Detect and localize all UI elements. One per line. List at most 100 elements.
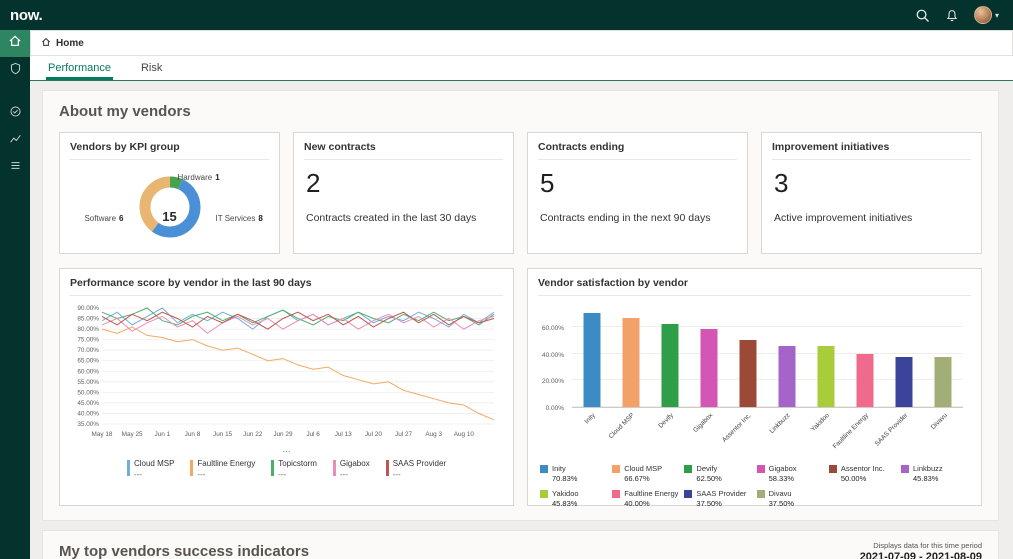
legend-series-name: Faultline Energy bbox=[197, 459, 256, 468]
tab-risk[interactable]: Risk bbox=[139, 62, 164, 80]
legend-item-cloud-msp[interactable]: Cloud MSP --- bbox=[126, 459, 174, 479]
legend-vendor-name: Divavu bbox=[768, 489, 792, 498]
section-title-about: About my vendors bbox=[59, 103, 191, 120]
breadcrumb-label[interactable]: Home bbox=[56, 38, 84, 49]
svg-text:Jul 13: Jul 13 bbox=[335, 431, 352, 438]
bar-yakidoo[interactable] bbox=[817, 345, 835, 407]
legend-vendor-name: Assentor Inc. bbox=[840, 464, 885, 473]
sidebar-item-home[interactable] bbox=[0, 30, 30, 57]
legend-label: SAAS Provider --- bbox=[393, 459, 446, 479]
legend-color-swatch bbox=[684, 490, 693, 498]
contracts-ending-count: 5 bbox=[540, 168, 555, 198]
svg-text:Jun 8: Jun 8 bbox=[185, 431, 201, 438]
tab-bar: Performance Risk bbox=[30, 56, 1013, 81]
bar-saas-provider[interactable] bbox=[895, 357, 913, 407]
main-area: Home Performance Risk About my vendors V… bbox=[30, 30, 1013, 559]
legend-item-cloud-msp[interactable]: Cloud MSP 66.67% bbox=[612, 464, 684, 483]
bar-chart-plot: Inity Cloud MSP Devify Gigabox Assentor Inc.… bbox=[572, 308, 963, 450]
check-circle-icon bbox=[9, 105, 22, 123]
svg-text:Jul 20: Jul 20 bbox=[365, 431, 382, 438]
legend-item-faultline-energy[interactable]: Faultline Energy --- bbox=[190, 459, 255, 479]
bar-slot-cloud-msp: Cloud MSP bbox=[607, 308, 650, 440]
bar-linkbuzz[interactable] bbox=[778, 345, 796, 407]
legend-color-swatch bbox=[612, 465, 621, 473]
legend-item-gigabox[interactable]: Gigabox --- bbox=[332, 459, 370, 479]
legend-item-gigabox[interactable]: Gigabox 58.33% bbox=[756, 464, 829, 483]
legend-series-name: Gigabox bbox=[339, 459, 370, 468]
sidebar-item-analytics[interactable] bbox=[0, 127, 30, 154]
new-contracts-description: Contracts created in the last 30 days bbox=[306, 212, 477, 224]
bar-gigabox[interactable] bbox=[700, 329, 718, 407]
x-axis-category-label: Cloud MSP bbox=[607, 412, 636, 441]
contracts-ending-description: Contracts ending in the next 90 days bbox=[540, 212, 711, 224]
legend-color-swatch bbox=[540, 490, 548, 498]
time-period-value[interactable]: 2021-07-09 - 2021-08-09 bbox=[860, 551, 982, 559]
legend-color-swatch bbox=[828, 465, 837, 473]
search-icon[interactable] bbox=[915, 8, 930, 23]
legend-item-yakidoo[interactable]: Yakidoo 45.83% bbox=[540, 489, 612, 508]
legend-vendor-value: 66.67% bbox=[624, 474, 650, 483]
legend-item-topicstorm[interactable]: Topicstorm --- bbox=[271, 459, 317, 479]
svg-text:70.00%: 70.00% bbox=[77, 347, 99, 354]
legend-item-assentor-inc[interactable]: Assentor Inc. 50.00% bbox=[828, 464, 901, 483]
kpi-card-row: Vendors by KPI group 15 Hardware 1 IT Ser… bbox=[59, 132, 982, 254]
legend-item-devify[interactable]: Devify 62.50% bbox=[684, 464, 756, 483]
notifications-bell-icon[interactable] bbox=[945, 8, 959, 23]
bar-cloud-msp[interactable] bbox=[622, 318, 640, 407]
legend-series-value: --- bbox=[133, 470, 142, 479]
y-axis-tick-label: 40.00% bbox=[541, 351, 564, 359]
legend-series-name: Topicstorm bbox=[278, 459, 317, 468]
bar-faultline-energy[interactable] bbox=[856, 353, 874, 407]
legend-label: Faultline Energy 40.00% bbox=[624, 489, 678, 508]
svg-text:75.00%: 75.00% bbox=[77, 337, 99, 344]
bar-devify[interactable] bbox=[661, 323, 679, 407]
legend-label: SAAS Provider 37.50% bbox=[696, 489, 746, 508]
legend-item-linkbuzz[interactable]: Linkbuzz 45.83% bbox=[901, 464, 973, 483]
card-improvement-initiatives: Improvement initiatives 3 Active improve… bbox=[761, 132, 982, 254]
breadcrumb-home-icon bbox=[41, 37, 51, 50]
card-title: Vendor satisfaction by vendor bbox=[538, 277, 688, 289]
user-avatar[interactable] bbox=[973, 6, 992, 24]
legend-overflow-indicator[interactable]: ... bbox=[60, 445, 513, 455]
card-title: Performance score by vendor in the last … bbox=[70, 277, 312, 289]
legend-label: Faultline Energy --- bbox=[197, 459, 255, 479]
legend-color-swatch bbox=[756, 465, 765, 473]
bar-assentor-inc[interactable] bbox=[739, 340, 757, 407]
legend-series-value: --- bbox=[197, 470, 206, 479]
card-vendors-by-kpi-group: Vendors by KPI group 15 Hardware 1 IT Ser… bbox=[59, 132, 280, 254]
user-menu[interactable]: ▾ bbox=[973, 6, 999, 24]
sidebar-item-risk[interactable] bbox=[0, 57, 30, 84]
legend-color-swatch bbox=[540, 465, 548, 473]
about-my-vendors-panel: About my vendors Vendors by KPI group 15… bbox=[42, 90, 999, 521]
x-axis-category-label: Inity bbox=[583, 412, 597, 426]
legend-vendor-value: 45.83% bbox=[552, 499, 578, 508]
legend-vendor-name: Faultline Energy bbox=[624, 489, 679, 498]
breadcrumb[interactable]: Home bbox=[30, 30, 1013, 56]
chevron-down-icon: ▾ bbox=[994, 10, 999, 20]
left-sidebar bbox=[0, 30, 30, 559]
legend-color-mark bbox=[385, 460, 389, 476]
legend-item-inity[interactable]: Inity 70.83% bbox=[540, 464, 612, 483]
x-axis-category-label: Yakidoo bbox=[809, 412, 832, 434]
legend-item-faultline-energy[interactable]: Faultline Energy 40.00% bbox=[612, 489, 684, 508]
y-axis-tick-label: 0.00% bbox=[545, 405, 564, 412]
satisfaction-bar-chart: 0.00% 20.00% 40.00% 60.00% Inity Cloud MSP De… bbox=[532, 304, 971, 460]
legend-item-divavu[interactable]: Divavu 37.50% bbox=[756, 489, 829, 508]
sidebar-item-tasks[interactable] bbox=[0, 100, 30, 127]
page-content: About my vendors Vendors by KPI group 15… bbox=[30, 81, 1013, 559]
bar-inity[interactable] bbox=[583, 312, 601, 407]
svg-text:60.00%: 60.00% bbox=[77, 368, 99, 375]
bar-slots: Inity Cloud MSP Devify Gigabox Assentor Inc.… bbox=[572, 308, 963, 450]
legend-item-saas-provider[interactable]: SAAS Provider 37.50% bbox=[684, 489, 756, 508]
bar-slot-saas-provider: SAAS Provider bbox=[874, 308, 924, 448]
legend-vendor-value: 62.50% bbox=[696, 474, 722, 483]
legend-item-saas-provider[interactable]: SAAS Provider --- bbox=[385, 459, 446, 479]
bar-divavu[interactable] bbox=[934, 357, 952, 407]
card-vendor-satisfaction: Vendor satisfaction by vendor 0.00% 20.00… bbox=[527, 268, 982, 508]
legend-series-value: --- bbox=[392, 470, 401, 479]
shield-icon bbox=[9, 62, 22, 80]
sidebar-item-list[interactable] bbox=[0, 154, 30, 181]
list-icon bbox=[9, 159, 22, 177]
legend-vendor-name: Inity bbox=[552, 464, 566, 473]
tab-performance[interactable]: Performance bbox=[46, 62, 113, 80]
